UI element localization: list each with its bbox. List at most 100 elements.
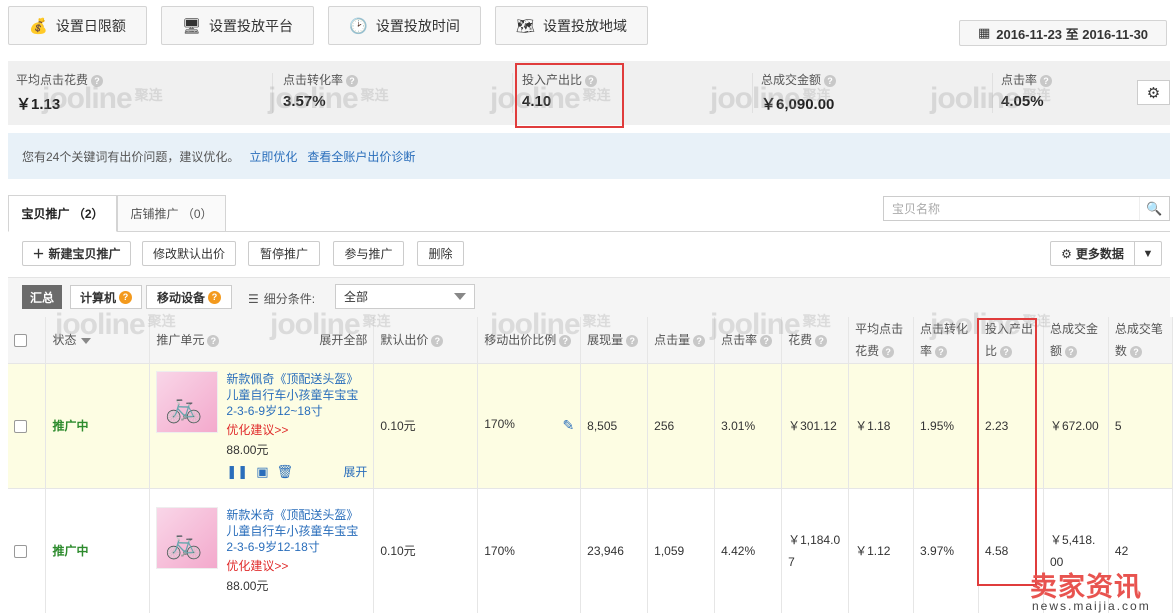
question-badge-icon: ? bbox=[119, 290, 132, 304]
plus-icon: ＋ bbox=[32, 247, 45, 261]
cvr-cell: 1.95% bbox=[913, 363, 979, 489]
expand-all-link[interactable]: 展开全部 bbox=[319, 329, 367, 351]
help-icon[interactable]: ? bbox=[585, 74, 598, 87]
table-row: 推广中 🚲 新款米奇《顶配送头盔》儿童自行车小孩童车宝宝2-3-6-9岁12-1… bbox=[8, 488, 1173, 613]
unit-cell: 🚲 新款米奇《顶配送头盔》儿童自行车小孩童车宝宝2-3-6-9岁12-18寸 优… bbox=[149, 488, 375, 613]
bid-notice-bar: 您有24个关键词有出价问题，建议优化。 立即优化 查看全账户出价诊断 bbox=[8, 133, 1170, 179]
table-row: 推广中 🚲 新款佩奇《顶配送头盔》儿童自行车小孩童车宝宝2-3-6-9岁12~1… bbox=[8, 363, 1173, 489]
help-icon[interactable]: ? bbox=[626, 334, 639, 347]
account-bid-diagnosis-link[interactable]: 查看全账户出价诊断 bbox=[307, 148, 415, 165]
product-thumbnail[interactable]: 🚲 bbox=[156, 371, 219, 433]
help-icon[interactable]: ? bbox=[882, 345, 895, 358]
metrics-settings-button[interactable]: ⚙ bbox=[1137, 80, 1170, 105]
header-roi[interactable]: 投入产出比? bbox=[978, 317, 1044, 364]
header-clicks[interactable]: 点击量? bbox=[647, 317, 716, 364]
product-thumbnail[interactable]: 🚲 bbox=[156, 507, 219, 569]
product-price: 88.00元 bbox=[226, 443, 269, 457]
filter-computer[interactable]: 计算机? bbox=[70, 285, 142, 309]
help-icon[interactable]: ? bbox=[1000, 345, 1013, 358]
pause-icon[interactable]: ❚❚ bbox=[226, 464, 248, 480]
site-logo-url: news.maijia.com bbox=[1032, 599, 1151, 613]
edit-default-bid-button[interactable]: 修改默认出价 bbox=[142, 241, 236, 266]
metric-label: 总成交金额 bbox=[761, 73, 822, 87]
help-icon[interactable]: ? bbox=[559, 334, 572, 347]
set-daily-limit-button[interactable]: 💰 设置日限额 bbox=[8, 6, 147, 45]
product-title-link[interactable]: 新款佩奇《顶配送头盔》儿童自行车小孩童车宝宝2-3-6-9岁12~18寸 bbox=[226, 371, 367, 419]
gear-icon: ⚙ bbox=[1061, 246, 1072, 261]
set-time-label: 设置投放时间 bbox=[375, 17, 460, 34]
tab-item-promotion[interactable]: 宝贝推广 （2） bbox=[8, 195, 117, 232]
header-cost[interactable]: 花费? bbox=[781, 317, 850, 364]
set-platform-button[interactable]: 🖥 设置投放平台 bbox=[161, 6, 314, 45]
clock-icon: 🕑 bbox=[349, 17, 368, 35]
header-mobile-ratio[interactable]: 移动出价比例? bbox=[477, 317, 582, 364]
trash-icon[interactable]: 🗑 bbox=[276, 464, 293, 480]
set-time-button[interactable]: 🕑 设置投放时间 bbox=[328, 6, 481, 45]
roi-cell: 2.23 bbox=[978, 363, 1044, 489]
metric-value: ￥1.13 bbox=[16, 96, 61, 113]
orders-cell: 5 bbox=[1108, 363, 1173, 489]
delete-button[interactable]: 删除 bbox=[417, 241, 464, 266]
set-region-button[interactable]: 🗺 设置投放地域 bbox=[495, 6, 648, 45]
segment-condition-select[interactable]: 全部 bbox=[335, 284, 475, 309]
status-cell: 推广中 bbox=[45, 363, 151, 489]
header-gmv[interactable]: 总成交金额? bbox=[1043, 317, 1109, 364]
help-icon[interactable]: ? bbox=[1129, 345, 1142, 358]
new-item-promotion-button[interactable]: ＋新建宝贝推广 bbox=[22, 241, 131, 266]
bicycle-icon: 🚲 bbox=[165, 391, 203, 424]
optimize-now-link[interactable]: 立即优化 bbox=[249, 148, 297, 165]
date-range-picker[interactable]: ▦ 2016-11-23 至 2016-11-30 bbox=[959, 20, 1167, 46]
default-bid-cell: 0.10元 bbox=[373, 488, 479, 613]
status-badge: 推广中 bbox=[52, 419, 89, 433]
select-all-checkbox[interactable] bbox=[14, 334, 27, 348]
select-all-cell bbox=[8, 317, 47, 364]
item-search-input[interactable]: 宝贝名称 🔍 bbox=[883, 196, 1170, 221]
cost-cell: ￥1,184.07 bbox=[781, 488, 850, 613]
chevron-down-icon[interactable]: ▼ bbox=[1135, 248, 1161, 260]
metric-roi: 投入产出比? 4.10 bbox=[513, 61, 753, 125]
tab-shop-promotion[interactable]: 店铺推广 （0） bbox=[117, 195, 226, 232]
more-data-button[interactable]: ⚙ 更多数据 ▼ bbox=[1050, 241, 1162, 266]
header-impressions[interactable]: 展现量? bbox=[580, 317, 649, 364]
status-cell: 推广中 bbox=[45, 488, 151, 613]
header-cvr[interactable]: 点击转化率? bbox=[913, 317, 979, 364]
product-title-link[interactable]: 新款米奇《顶配送头盔》儿童自行车小孩童车宝宝2-3-6-9岁12-18寸 bbox=[226, 507, 367, 555]
help-icon[interactable]: ? bbox=[1040, 74, 1053, 87]
expand-link[interactable]: 展开 bbox=[343, 464, 367, 480]
search-icon[interactable]: 🔍 bbox=[1139, 197, 1169, 220]
avg-cpc-cell: ￥1.12 bbox=[848, 488, 915, 613]
mobile-ratio-cell: 170% bbox=[477, 488, 582, 613]
header-default-bid[interactable]: 默认出价? bbox=[373, 317, 479, 364]
metric-label: 平均点击花费 bbox=[16, 73, 89, 87]
row-checkbox[interactable] bbox=[14, 544, 27, 558]
help-icon[interactable]: ? bbox=[824, 74, 837, 87]
report-icon[interactable]: ▣ bbox=[256, 464, 268, 480]
join-promotion-button[interactable]: 参与推广 bbox=[333, 241, 404, 266]
metrics-strip: 平均点击花费? ￥1.13 点击转化率? 3.57% 投入产出比? 4.10 总… bbox=[8, 61, 1170, 125]
header-status[interactable]: 状态 bbox=[45, 317, 151, 364]
help-icon[interactable]: ? bbox=[760, 334, 773, 347]
row-checkbox[interactable] bbox=[14, 419, 27, 433]
segment-condition-label: ☰ 细分条件: bbox=[248, 291, 316, 307]
help-icon[interactable]: ? bbox=[935, 345, 948, 358]
caret-down-icon bbox=[454, 293, 466, 300]
help-icon[interactable]: ? bbox=[1064, 345, 1077, 358]
set-region-label: 设置投放地域 bbox=[543, 17, 628, 34]
edit-pencil-icon[interactable]: ✎ bbox=[562, 417, 574, 434]
table-header-row: 状态 推广单元? 展开全部 默认出价? 移动出价比例? 展现量? 点击量? 点击率… bbox=[8, 317, 1173, 364]
filter-mobile[interactable]: 移动设备? bbox=[146, 285, 232, 309]
help-icon[interactable]: ? bbox=[693, 334, 706, 347]
pause-promotion-button[interactable]: 暂停推广 bbox=[248, 241, 320, 266]
help-icon[interactable]: ? bbox=[346, 74, 359, 87]
header-orders[interactable]: 总成交笔数? bbox=[1108, 317, 1173, 364]
header-avg-cpc[interactable]: 平均点击花费? bbox=[848, 317, 915, 364]
help-icon[interactable]: ? bbox=[815, 334, 828, 347]
help-icon[interactable]: ? bbox=[91, 74, 104, 87]
help-icon[interactable]: ? bbox=[431, 334, 444, 347]
optimize-suggestion-link[interactable]: 优化建议>> bbox=[226, 422, 367, 438]
header-ctr[interactable]: 点击率? bbox=[714, 317, 783, 364]
help-icon[interactable]: ? bbox=[207, 334, 220, 347]
optimize-suggestion-link[interactable]: 优化建议>> bbox=[226, 558, 367, 574]
filter-summary[interactable]: 汇总 bbox=[22, 285, 62, 309]
clicks-cell: 1,059 bbox=[647, 488, 716, 613]
